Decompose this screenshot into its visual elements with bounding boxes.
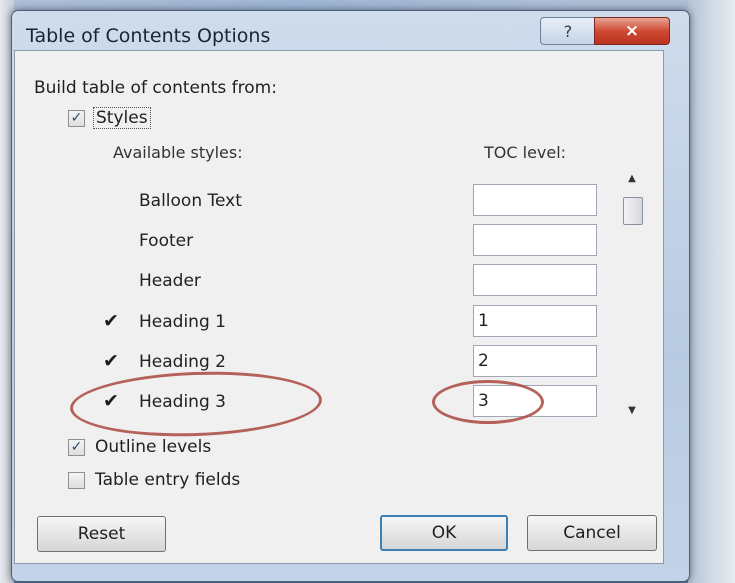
scroll-thumb[interactable] [623,197,643,225]
style-name: Heading 2 [139,352,226,372]
cancel-button[interactable]: Cancel [527,515,657,551]
style-name: Heading 1 [139,312,226,332]
outline-levels-checkbox[interactable]: ✓ [68,439,85,456]
help-icon: ? [563,21,573,41]
build-from-label: Build table of contents from: [34,78,277,98]
table-entry-fields-label[interactable]: Table entry fields [95,470,240,490]
toc-level-input[interactable] [473,345,597,377]
scroll-down-icon[interactable]: ▼ [625,405,639,416]
close-button[interactable]: × [594,17,670,45]
styles-checkbox[interactable]: ✓ [68,110,85,127]
checkbox-check-icon: ✓ [70,439,83,455]
style-row[interactable]: ✔ Heading 1 [95,305,625,340]
close-icon: × [624,21,640,41]
style-row[interactable]: Footer [95,224,625,259]
reset-button[interactable]: Reset [37,516,166,552]
style-row[interactable]: Balloon Text [95,184,625,219]
checkmark-icon: ✔ [103,350,119,372]
styles-scrollbar[interactable]: ▲ ▼ [621,119,647,416]
ok-button[interactable]: OK [380,515,508,551]
available-styles-list: Balloon Text Footer Header ✔ Heading 1 ✔ Headi… [95,111,625,417]
toc-level-input[interactable] [473,305,597,337]
dialog-title: Table of Contents Options [26,25,271,47]
checkmark-icon: ✔ [103,310,119,332]
scroll-up-icon[interactable]: ▲ [625,173,639,184]
annotation-circle-level3 [432,380,544,424]
outline-levels-label[interactable]: Outline levels [95,437,211,457]
style-name: Balloon Text [139,191,242,211]
checkbox-check-icon: ✓ [70,110,83,126]
background-window-edge-right [688,0,735,583]
style-row[interactable]: Header [95,264,625,299]
table-entry-fields-checkbox[interactable] [68,472,85,489]
toc-level-input[interactable] [473,264,597,296]
style-name: Footer [139,231,194,251]
toc-level-input[interactable] [473,184,597,216]
toc-level-input[interactable] [473,224,597,256]
help-button[interactable]: ? [540,17,596,45]
style-name: Header [139,271,201,291]
